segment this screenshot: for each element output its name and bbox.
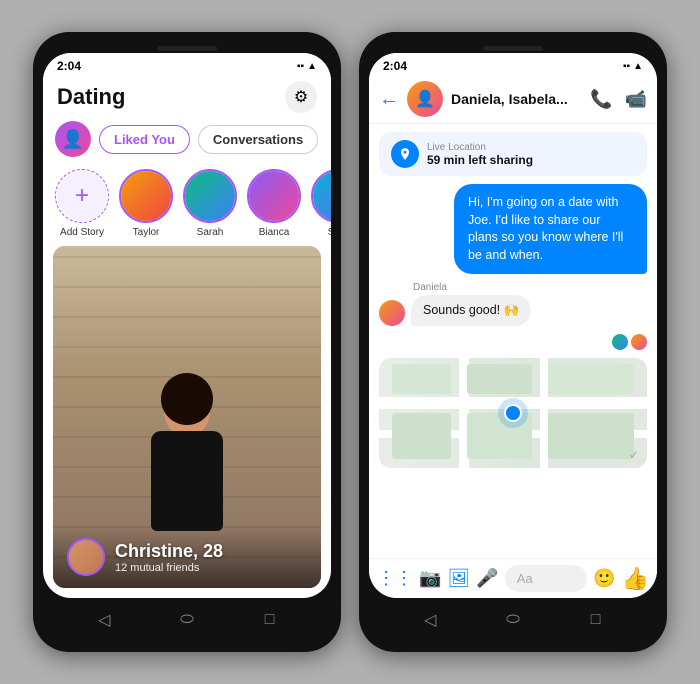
tab-liked-you[interactable]: Liked You [99,125,190,154]
back-button[interactable]: ← [379,88,399,111]
dating-header: Dating ⚙ [43,75,331,117]
apps-icon[interactable]: ⋮⋮ [377,568,413,589]
profile-card[interactable]: Christine, 28 12 mutual friends [53,246,321,588]
battery-icon-2: ▲ [633,61,643,72]
location-label: Live Location [427,142,533,153]
story-add[interactable]: + Add Story [55,169,109,238]
location-time: 59 min left sharing [427,153,533,167]
status-icons-messenger: ▪▪ ▲ [623,61,643,72]
back-nav-button[interactable]: ◁ [90,606,118,634]
profile-text: Christine, 28 12 mutual friends [115,541,223,574]
contact-name: Daniela, Isabela... [451,91,582,107]
speaker-bar [157,46,217,51]
story-circle-sarah [183,169,237,223]
live-location-banner[interactable]: Live Location 59 min left sharing [379,132,647,176]
status-time-dating: 2:04 [57,59,81,73]
story-circle-taylor [119,169,173,223]
tabs-row: 👤 Liked You Conversations [43,117,331,163]
call-icons: 📞 📹 [590,89,647,110]
status-icons-dating: ▪▪ ▲ [297,61,317,72]
like-button[interactable]: 👍 [622,566,649,592]
dating-title: Dating [57,84,125,110]
battery-icon: ▲ [307,61,317,72]
input-bar: ⋮⋮ 📷 🖼 🎤 Aa 🙂 👍 [369,558,657,598]
messenger-header: ← 👤 Daniela, Isabela... 📞 📹 [369,75,657,124]
map-location-dot [504,404,522,422]
story-sp[interactable]: Sp... [311,169,331,238]
contact-avatar: 👤 [407,81,443,117]
phone-dating: 2:04 ▪▪ ▲ Dating ⚙ 👤 Liked You Conversat… [33,32,341,652]
recents-nav-button[interactable]: □ [256,606,284,634]
message-input[interactable]: Aa [505,565,587,592]
gear-icon: ⚙ [294,87,308,107]
story-label-add: Add Story [60,227,104,238]
story-bianca[interactable]: Bianca [247,169,301,238]
map-block-2 [467,364,531,395]
phone-call-button[interactable]: 📞 [590,89,612,110]
tab-conversations[interactable]: Conversations [198,125,318,154]
seen-avatar-2 [631,334,647,350]
story-circle-sp [311,169,331,223]
map-road-v2 [540,358,548,468]
map-block-4 [392,413,451,459]
phone-nav-messenger: ◁ ⬭ □ [369,598,657,642]
home-nav-button[interactable]: ⬭ [173,606,201,634]
location-text: Live Location 59 min left sharing [427,142,533,167]
status-time-messenger: 2:04 [383,59,407,73]
receiver-bubble-col: Daniela Sounds good! 🙌 [411,282,531,326]
signal-icon-2: ▪▪ [623,61,630,72]
status-bar-messenger: 2:04 ▪▪ ▲ [369,53,657,75]
recents-nav-button-2[interactable]: □ [582,606,610,634]
emoji-button[interactable]: 🙂 [593,568,615,589]
story-label-sp: Sp... [328,227,331,238]
message-received-wrap: Daniela Sounds good! 🙌 [379,282,647,326]
map-block-3 [548,364,634,395]
map-card[interactable]: ✓ [379,358,647,468]
input-placeholder: Aa [517,571,533,586]
gallery-icon[interactable]: 🖼 [447,568,470,589]
video-call-button[interactable]: 📹 [625,89,647,110]
add-plus-icon: + [57,171,107,221]
phone-top-notch-2 [369,42,657,53]
profile-name: Christine, 28 [115,541,223,562]
tab-avatar: 👤 [55,121,91,157]
profile-mutual: 12 mutual friends [115,562,223,574]
back-nav-button-2[interactable]: ◁ [416,606,444,634]
location-icon [391,140,419,168]
story-sarah[interactable]: Sarah [183,169,237,238]
phone-messenger: 2:04 ▪▪ ▲ ← 👤 Daniela, Isabela... 📞 📹 [359,32,667,652]
seen-row [379,334,647,350]
add-story-circle: + [55,169,109,223]
signal-icon: ▪▪ [297,61,304,72]
story-label-taylor: Taylor [133,227,160,238]
profile-info: Christine, 28 12 mutual friends [53,526,321,588]
message-received: Sounds good! 🙌 [411,295,531,326]
speaker-bar-2 [483,46,543,51]
settings-button[interactable]: ⚙ [285,81,317,113]
receiver-name: Daniela [411,282,531,293]
messages-area: Live Location 59 min left sharing Hi, I'… [369,124,657,558]
message-sent: Hi, I'm going on a date with Joe. I'd li… [454,184,647,274]
story-label-sarah: Sarah [197,227,224,238]
map-block-5 [467,413,531,459]
story-label-bianca: Bianca [259,227,290,238]
phone-nav-dating: ◁ ⬭ □ [43,598,331,642]
story-circle-bianca [247,169,301,223]
profile-thumbnail [67,538,105,576]
mic-icon[interactable]: 🎤 [476,568,498,589]
story-taylor[interactable]: Taylor [119,169,173,238]
map-background: ✓ [379,358,647,468]
seen-avatar-1 [612,334,628,350]
stories-row: + Add Story Taylor Sarah Bianc [43,163,331,246]
status-bar-dating: 2:04 ▪▪ ▲ [43,53,331,75]
map-block-6 [548,413,634,459]
camera-icon[interactable]: 📷 [419,568,441,589]
home-nav-button-2[interactable]: ⬭ [499,606,527,634]
map-check-icon: ✓ [629,448,639,462]
phone-top-notch [43,42,331,53]
map-block-1 [392,364,451,395]
receiver-avatar [379,300,405,326]
